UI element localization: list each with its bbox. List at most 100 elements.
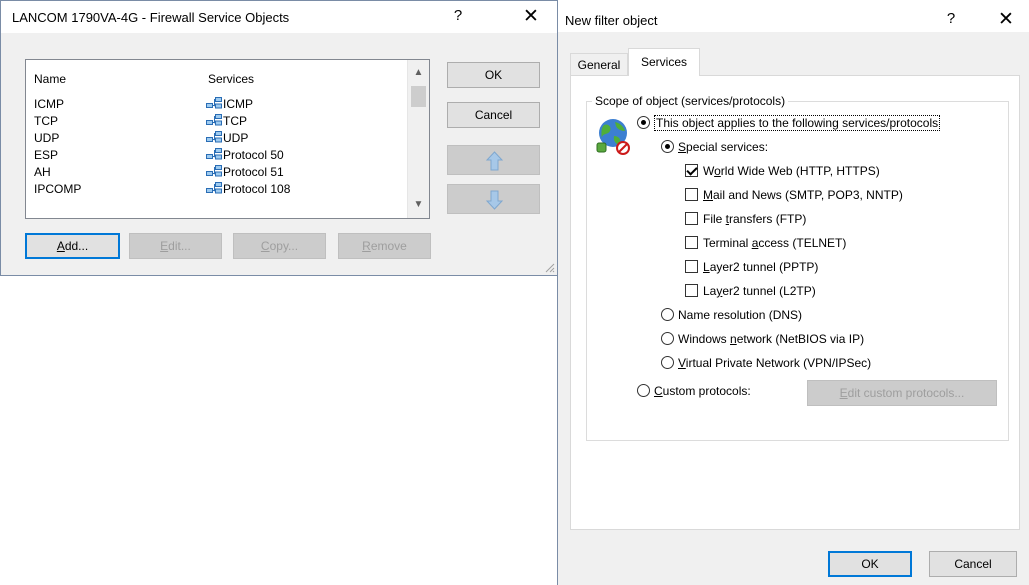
remove-label: emove bbox=[370, 239, 407, 253]
column-header-name[interactable]: Name bbox=[34, 72, 66, 86]
arrow-down-icon bbox=[485, 190, 504, 210]
checkbox-label-part: ayer2 tunnel (PPTP) bbox=[709, 260, 819, 274]
add-mnemonic: A bbox=[56, 239, 65, 253]
checkbox-mnemonic: o bbox=[714, 164, 721, 178]
radio-label-part: Name resolution (DNS) bbox=[678, 308, 803, 322]
checkbox-label-part: rld Wide Web (HTTP, HTTPS) bbox=[720, 164, 880, 178]
checkbox-indicator bbox=[685, 284, 698, 297]
custom-protocols-radio[interactable]: Custom protocols: bbox=[637, 384, 751, 398]
remove-mnemonic: R bbox=[362, 239, 371, 253]
close-button[interactable]: ✕ bbox=[995, 8, 1017, 31]
row-name: TCP bbox=[34, 114, 58, 128]
move-up-button[interactable] bbox=[447, 145, 540, 175]
tab-services[interactable]: Services bbox=[628, 48, 700, 76]
remove-button[interactable]: Remove bbox=[338, 233, 431, 259]
row-name: AH bbox=[34, 165, 51, 179]
network-service-icon bbox=[206, 114, 222, 126]
title-bar: LANCOM 1790VA-4G - Firewall Service Obje… bbox=[1, 1, 557, 33]
applies-to-services-radio[interactable]: This object applies to the following ser… bbox=[637, 115, 941, 131]
cancel-button[interactable]: Cancel bbox=[447, 102, 540, 128]
checkbox-label-part: ransfers (FTP) bbox=[729, 212, 807, 226]
network-service-icon bbox=[206, 97, 222, 109]
dialog-title: New filter object bbox=[565, 13, 658, 28]
network-service-icon bbox=[206, 148, 222, 160]
edit-custom-protocols-button[interactable]: Edit custom protocols... bbox=[807, 380, 997, 406]
row-service: ICMP bbox=[223, 97, 253, 111]
radio-indicator bbox=[661, 140, 674, 153]
row-name: ESP bbox=[34, 148, 59, 162]
www-checkbox[interactable]: World Wide Web (HTTP, HTTPS) bbox=[685, 164, 880, 178]
row-service: Protocol 51 bbox=[223, 165, 284, 179]
edit-button[interactable]: Edit... bbox=[129, 233, 222, 259]
table-row[interactable]: IPCOMP Protocol 108 bbox=[26, 182, 408, 195]
new-filter-object-dialog: New filter object ? ✕ General Services S… bbox=[557, 0, 1029, 585]
checkbox-indicator bbox=[685, 212, 698, 225]
add-button[interactable]: Add... bbox=[25, 233, 120, 259]
checkbox-label-part: La bbox=[703, 284, 717, 298]
services-tab-panel: Scope of object (services/protocols) Thi… bbox=[570, 75, 1020, 530]
table-row[interactable]: ESP Protocol 50 bbox=[26, 148, 408, 165]
file-transfers-checkbox[interactable]: File transfers (FTP) bbox=[685, 212, 806, 226]
ok-button[interactable]: OK bbox=[447, 62, 540, 88]
firewall-service-objects-dialog: LANCOM 1790VA-4G - Firewall Service Obje… bbox=[0, 0, 558, 276]
radio-indicator bbox=[661, 332, 674, 345]
vertical-scrollbar[interactable]: ▲ ▼ bbox=[407, 60, 429, 218]
resize-grip-icon[interactable] bbox=[543, 261, 555, 273]
layer2-l2tp-checkbox[interactable]: Layer2 tunnel (L2TP) bbox=[685, 284, 816, 298]
layer2-pptp-checkbox[interactable]: Layer2 tunnel (PPTP) bbox=[685, 260, 818, 274]
tab-general[interactable]: General bbox=[570, 53, 628, 75]
edit-mnemonic: E bbox=[160, 239, 169, 253]
arrow-up-icon bbox=[485, 151, 504, 171]
help-button[interactable]: ? bbox=[447, 7, 469, 24]
table-row[interactable]: TCP TCP bbox=[26, 114, 408, 131]
name-resolution-radio[interactable]: Name resolution (DNS) bbox=[661, 308, 802, 322]
scroll-down-arrow-icon[interactable]: ▼ bbox=[408, 196, 429, 214]
scroll-up-arrow-icon[interactable]: ▲ bbox=[408, 64, 429, 82]
special-services-mnemonic: S bbox=[678, 140, 687, 154]
title-bar: New filter object ? ✕ bbox=[558, 0, 1029, 32]
checkbox-mnemonic: M bbox=[703, 188, 713, 202]
row-service: Protocol 50 bbox=[223, 148, 284, 162]
table-row[interactable]: UDP UDP bbox=[26, 131, 408, 148]
help-button[interactable]: ? bbox=[940, 10, 962, 27]
cancel-button[interactable]: Cancel bbox=[929, 551, 1017, 577]
ok-button[interactable]: OK bbox=[828, 551, 912, 577]
mail-news-checkbox[interactable]: Mail and News (SMTP, POP3, NNTP) bbox=[685, 188, 903, 202]
move-down-button[interactable] bbox=[447, 184, 540, 214]
checkbox-indicator bbox=[685, 236, 698, 249]
checkbox-label-part: File bbox=[703, 212, 726, 226]
edit-custom-mnemonic: E bbox=[839, 386, 848, 400]
globe-network-icon bbox=[596, 119, 630, 155]
copy-button[interactable]: Copy... bbox=[233, 233, 326, 259]
custom-protocols-mnemonic: C bbox=[654, 384, 663, 398]
table-row[interactable]: ICMP ICMP bbox=[26, 97, 408, 114]
scope-groupbox: Scope of object (services/protocols) Thi… bbox=[586, 94, 1009, 441]
copy-mnemonic: C bbox=[260, 239, 270, 253]
radio-indicator bbox=[661, 308, 674, 321]
close-button[interactable]: ✕ bbox=[520, 5, 542, 28]
checkbox-indicator bbox=[685, 164, 698, 177]
radio-mnemonic: V bbox=[678, 356, 686, 370]
network-service-icon bbox=[206, 182, 222, 194]
row-name: IPCOMP bbox=[34, 182, 82, 195]
row-service: Protocol 108 bbox=[223, 182, 291, 195]
column-header-services[interactable]: Services bbox=[208, 72, 254, 86]
network-service-icon bbox=[206, 165, 222, 177]
terminal-access-checkbox[interactable]: Terminal access (TELNET) bbox=[685, 236, 846, 250]
dialog-title: LANCOM 1790VA-4G - Firewall Service Obje… bbox=[12, 10, 290, 25]
network-service-icon bbox=[206, 131, 222, 143]
special-services-radio[interactable]: Special services: bbox=[661, 140, 768, 154]
row-service: UDP bbox=[223, 131, 249, 145]
table-row[interactable]: AH Protocol 51 bbox=[26, 165, 408, 182]
special-services-label: pecial services: bbox=[686, 140, 769, 154]
service-objects-list[interactable]: Name Services ICMP ICMP TCP TCP UDP UDP … bbox=[25, 59, 430, 219]
vpn-radio[interactable]: Virtual Private Network (VPN/IPSec) bbox=[661, 356, 871, 370]
radio-indicator bbox=[637, 116, 650, 129]
edit-label: dit... bbox=[168, 239, 191, 253]
row-name: ICMP bbox=[34, 97, 64, 111]
windows-network-radio[interactable]: Windows network (NetBIOS via IP) bbox=[661, 332, 864, 346]
scrollbar-thumb[interactable] bbox=[411, 86, 426, 107]
checkbox-label-part: er2 tunnel (L2TP) bbox=[722, 284, 816, 298]
radio-mnemonic: n bbox=[730, 332, 737, 346]
radio-label-part: etwork (NetBIOS via IP) bbox=[736, 332, 865, 346]
